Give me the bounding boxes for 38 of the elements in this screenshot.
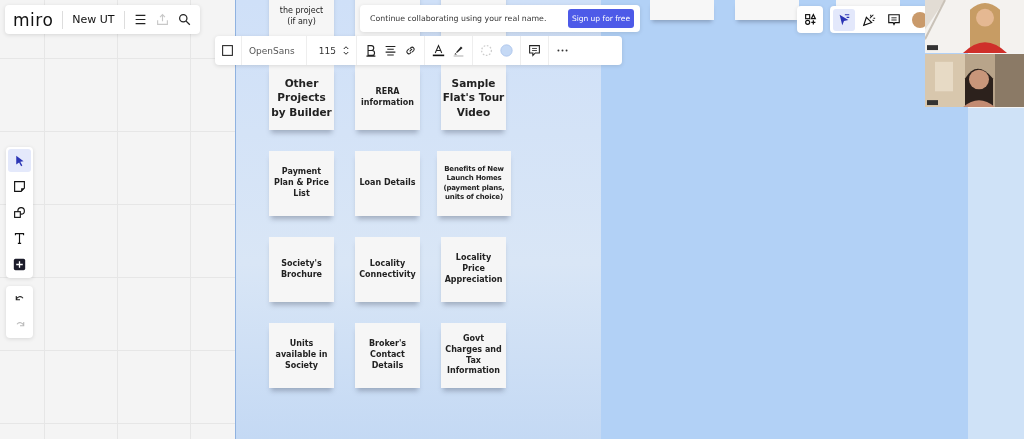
note-text: Other Projects by Builder: [271, 76, 332, 119]
note-text: Locality Connectivity: [359, 258, 416, 281]
bold-icon[interactable]: [364, 44, 377, 57]
note-text: Loan Details: [359, 178, 416, 189]
note-text: Govt Charges and Tax Information: [445, 333, 502, 378]
add-icon: [13, 258, 26, 271]
fill-color-icon[interactable]: [500, 44, 513, 57]
note-text: RERA information: [361, 86, 414, 109]
link-icon[interactable]: [404, 44, 417, 57]
board-name[interactable]: New UT: [72, 13, 115, 26]
font-selector[interactable]: OpenSans: [249, 45, 299, 56]
text-color-icon[interactable]: [432, 44, 445, 57]
cursor-tool[interactable]: [833, 8, 855, 31]
align-icon[interactable]: [384, 44, 397, 57]
comment-icon[interactable]: [528, 44, 541, 57]
pointer-icon: [13, 154, 26, 167]
cursor-icon: [837, 12, 851, 27]
sticky-note-icon: [13, 180, 26, 193]
note-text: Units available in Society: [275, 339, 328, 372]
note-text: Society's Brochure: [280, 258, 322, 281]
select-tool[interactable]: [8, 149, 31, 172]
comment-icon: [887, 12, 901, 27]
search-icon[interactable]: [177, 13, 191, 26]
shapes-icon: [13, 206, 26, 219]
text-icon: [13, 232, 26, 245]
note-text: Payment Plan & Price List: [274, 167, 329, 200]
logo[interactable]: miro: [13, 9, 54, 30]
menu-icon[interactable]: [133, 13, 147, 26]
highlighter-icon[interactable]: [452, 44, 465, 57]
note-text: Locality Price Appreciation: [444, 253, 503, 286]
note-text: the project (if any): [279, 6, 324, 28]
note-text: Broker's Contact Details: [368, 339, 407, 372]
apps-icon[interactable]: [803, 13, 817, 26]
note-text: Sample Flat's Tour Video: [442, 76, 505, 119]
font-size-field[interactable]: 115: [314, 45, 336, 56]
square-icon[interactable]: [221, 44, 234, 57]
stepper-icon[interactable]: [343, 44, 349, 57]
party-popper-icon: [862, 12, 876, 27]
